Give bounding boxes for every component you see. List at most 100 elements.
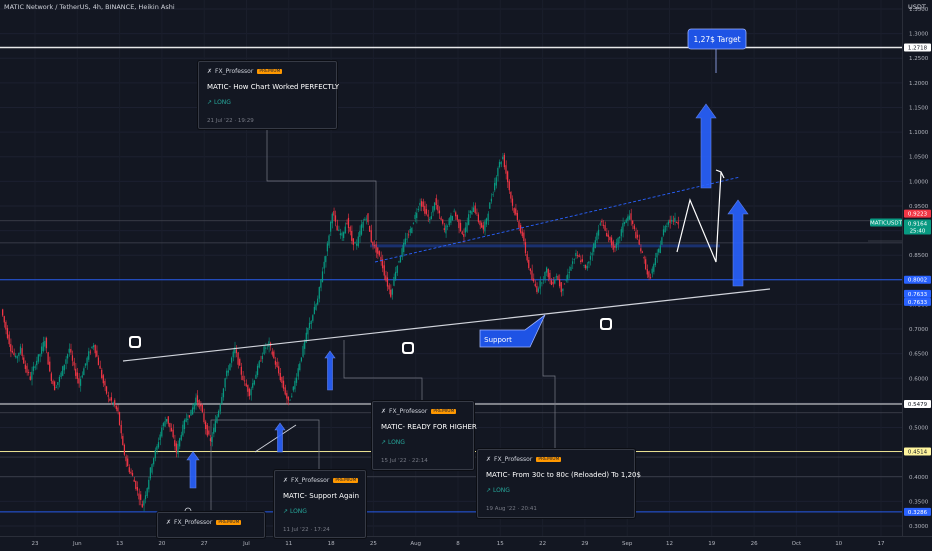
candle-body <box>537 288 540 292</box>
candle-body <box>554 279 556 284</box>
candle-body <box>39 354 41 357</box>
candle-body <box>477 214 479 222</box>
candle-body <box>412 222 415 224</box>
idea-card-5[interactable]: ✗ FX_Professor PREMIUM <box>157 512 265 538</box>
candle-body <box>71 355 74 361</box>
candle-body <box>653 264 655 272</box>
idea-direction-label: LONG <box>289 508 307 515</box>
idea-card-1[interactable]: ✗ FX_Professor PREMIUM MATIC- How Chart Wo… <box>198 61 339 129</box>
candle-body <box>550 280 553 286</box>
premium-badge: PREMIUM <box>216 520 242 525</box>
candle-body <box>599 223 601 225</box>
candle-body <box>466 222 468 232</box>
candle-body <box>544 271 546 280</box>
candle-body <box>209 438 212 442</box>
candle-body <box>289 399 291 401</box>
idea-title[interactable]: MATIC- From 30c to 80c (Reloaded) To 1,2… <box>486 471 641 479</box>
idea-connector-line <box>542 320 556 449</box>
candle-body <box>651 268 653 274</box>
candle-body <box>312 315 314 321</box>
candle-body <box>250 389 252 396</box>
candle-body <box>459 222 462 231</box>
idea-title[interactable]: MATIC- How Chart Worked PERFECTLY <box>207 83 339 91</box>
candle-body <box>658 249 660 253</box>
idea-date: 21 Jul '22 · 19:29 <box>207 118 254 124</box>
idea-direction-label: LONG <box>492 487 510 494</box>
candle-body <box>349 227 351 232</box>
candle-body <box>57 382 59 385</box>
candle-body <box>128 467 130 473</box>
candle-body <box>677 221 679 225</box>
candle-body <box>424 205 426 214</box>
candle-body <box>508 181 510 191</box>
candle-body <box>195 397 197 406</box>
candle-body <box>308 322 311 328</box>
candle-body <box>555 276 557 278</box>
price-axis[interactable] <box>902 0 932 550</box>
candle-body <box>388 285 390 290</box>
premium-badge: PREMIUM <box>257 69 283 74</box>
candle-body <box>351 230 353 241</box>
candle-body <box>271 351 273 355</box>
candle-body <box>347 217 350 229</box>
candle-body <box>609 236 611 241</box>
candle-body <box>292 386 294 391</box>
candle-body <box>442 219 444 224</box>
candle-body <box>323 261 325 269</box>
candle-body <box>141 504 143 508</box>
candle-body <box>287 396 290 401</box>
candle-body <box>492 194 494 196</box>
candle-body <box>300 357 303 362</box>
symbol-header: MATIC Network / TetherUS, 4h, BINANCE, H… <box>4 3 175 11</box>
candle-body <box>36 360 38 366</box>
candle-body <box>494 182 496 191</box>
candle-body <box>263 346 265 355</box>
candle-body <box>526 254 528 261</box>
candle-body <box>422 201 424 207</box>
candle-body <box>669 219 671 223</box>
candle-body <box>471 211 473 215</box>
candle-body <box>567 274 569 280</box>
candle-body <box>675 222 678 223</box>
idea-direction: ↗ LONG <box>486 487 510 494</box>
candle-body <box>614 245 616 248</box>
candle-body <box>45 337 48 349</box>
candle-body <box>602 224 605 226</box>
candle-body <box>120 424 122 434</box>
hand-pointer-icon <box>131 338 139 346</box>
candle-body <box>542 279 544 281</box>
candle-body <box>498 161 501 168</box>
idea-connector-line <box>266 127 377 240</box>
candle-body <box>97 357 100 366</box>
candle-body <box>174 440 176 447</box>
candle-body <box>107 395 109 397</box>
idea-title[interactable]: MATIC- READY FOR HIGHER <box>381 423 477 431</box>
candle-body <box>612 241 614 250</box>
candle-body <box>83 368 85 376</box>
candle-body <box>646 269 648 275</box>
candle-body <box>516 212 518 220</box>
candle-body <box>409 229 411 233</box>
candle-body <box>221 397 223 404</box>
projection-arrow-icon <box>715 169 725 179</box>
projection-path <box>676 171 722 263</box>
candle-body <box>193 403 195 410</box>
candle-body <box>448 218 450 226</box>
candle-body <box>149 467 151 479</box>
blue-up-arrow-icon <box>695 103 717 189</box>
idea-card-4[interactable]: ✗ FX_Professor PREMIUM MATIC- Support Agai… <box>274 470 366 538</box>
candle-body <box>50 373 52 381</box>
candle-body <box>55 387 57 389</box>
hand-pointer-icon <box>602 320 610 328</box>
candle-body <box>240 366 242 375</box>
candle-body <box>65 359 67 364</box>
idea-card-2[interactable]: ✗ FX_Professor PREMIUM MATIC- READY FOR HI… <box>372 401 477 470</box>
candle-body <box>92 345 95 348</box>
candle-body <box>485 218 488 225</box>
candle-body <box>333 211 335 216</box>
candle-body <box>456 215 458 220</box>
idea-title[interactable]: MATIC- Support Again <box>283 492 359 500</box>
time-axis[interactable] <box>0 536 932 551</box>
idea-card-3[interactable]: ✗ FX_Professor PREMIUM MATIC- From 30c to … <box>477 449 641 518</box>
candle-body <box>343 232 345 239</box>
